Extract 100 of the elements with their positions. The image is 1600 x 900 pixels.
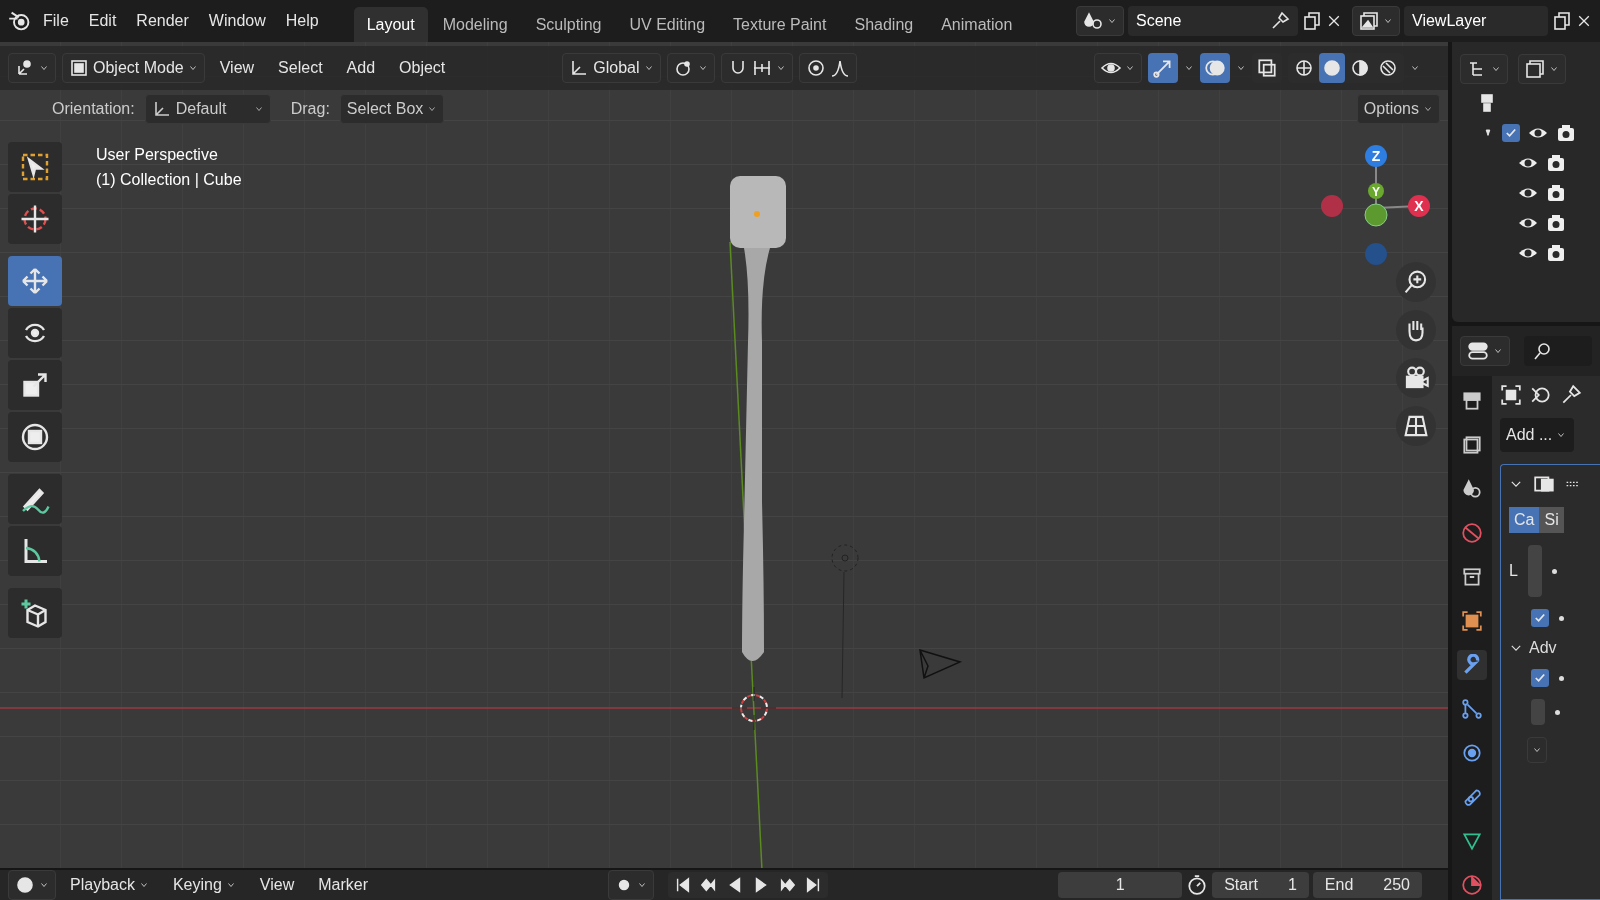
camera-view-button[interactable] [1396,358,1436,398]
pivot-dropdown[interactable] [666,53,715,83]
end-frame-field[interactable]: End 250 [1312,872,1422,898]
workspace-tab[interactable]: Animation [928,7,1026,42]
options-dropdown[interactable]: Options [1356,94,1440,124]
scale-tool-icon [20,370,50,400]
checkbox[interactable] [1531,609,1549,627]
properties-type-dropdown[interactable] [1460,336,1510,366]
move-tool-icon [20,266,50,296]
tool-button[interactable] [8,526,62,576]
workspace-tab[interactable]: Texture Paint [720,7,840,42]
scene-field[interactable]: Scene [1128,6,1298,36]
search-field[interactable] [1524,336,1592,366]
negative-y-handle[interactable] [1364,203,1388,227]
timeline-menu[interactable]: View [249,872,305,898]
caret-icon [1107,16,1117,26]
tool-button[interactable] [8,308,62,358]
camera-icon[interactable] [1546,243,1566,263]
snap-dropdown[interactable] [720,53,793,83]
checkbox[interactable] [1531,669,1549,687]
camera-icon[interactable] [1546,213,1566,233]
editor-type-dropdown[interactable] [8,870,56,900]
current-frame-field[interactable]: 1 [1058,872,1183,898]
tool-button[interactable] [8,194,62,244]
keyframe-dot-icon[interactable] [1559,675,1564,681]
timeline-menu[interactable]: Playback [60,872,159,898]
caret-icon [1532,745,1542,755]
proportional-dropdown[interactable] [798,53,857,83]
output-tab-icon [1461,434,1483,456]
perspective-toggle-button[interactable] [1396,406,1436,446]
object-frame-icon[interactable] [1500,384,1522,406]
x-axis-handle[interactable]: X [1408,195,1430,217]
pin-icon[interactable] [1560,384,1582,406]
zoom-button[interactable] [1396,262,1436,302]
view-layer-field[interactable]: ViewLayer [1404,6,1548,36]
snap-increment-icon [751,58,772,78]
caret-icon [39,880,49,890]
workspace-tab[interactable]: Modeling [429,7,521,42]
orientation-default-dropdown[interactable]: Default [144,94,271,124]
tool-button[interactable] [8,360,62,410]
tool-button[interactable] [8,142,62,192]
properties-tab[interactable] [1457,650,1487,680]
timeline-menu[interactable]: Marker [308,872,378,898]
menu-item[interactable]: Edit [79,8,126,34]
gizmo-toggle[interactable] [1148,53,1178,83]
orientation-dropdown[interactable]: Global [562,53,661,83]
drag-dropdown[interactable]: Select Box [339,94,445,124]
record-button[interactable] [608,870,655,900]
tool-button[interactable] [8,412,62,462]
close-icon[interactable] [1326,13,1342,29]
workspace-tab[interactable]: Shading [841,7,927,42]
menu-item[interactable]: Window [199,8,275,34]
blender-logo-icon[interactable] [8,9,32,33]
workspace-tab[interactable]: UV Editing [616,7,719,42]
keyframe-dot-icon[interactable] [1555,709,1560,715]
workspace-tab[interactable]: Sculpting [522,7,615,42]
camera-icon[interactable] [1546,183,1566,203]
keyframe-dot-icon[interactable] [1551,568,1557,574]
tool-button[interactable] [8,474,62,524]
caret-icon [1556,430,1567,440]
tool-button[interactable] [8,588,62,638]
workspace-tab[interactable]: Layout [353,7,428,42]
check-icon [1533,671,1547,685]
copy-icon[interactable] [1552,11,1572,31]
menu-item[interactable]: Help [276,8,328,34]
negative-x-handle[interactable] [1321,195,1343,217]
mode-tab[interactable]: Si [1539,507,1564,533]
camera-icon[interactable] [1546,153,1566,173]
timeline-menu[interactable]: Keying [162,872,246,898]
pan-button[interactable] [1396,310,1436,350]
copy-icon[interactable] [1302,11,1322,31]
header-menu[interactable]: Select [269,55,332,81]
close-icon[interactable] [1576,13,1592,29]
camera-icon[interactable] [1556,123,1576,143]
section-header[interactable]: Adv [1529,639,1557,657]
menu-item[interactable]: Render [127,8,198,34]
header-menu[interactable]: View [210,55,264,81]
scene-type-dropdown[interactable] [1076,6,1124,36]
editor-type-dropdown[interactable] [8,53,56,83]
pin-icon[interactable] [1270,11,1290,31]
value-field[interactable] [1531,699,1545,725]
keyframe-dot-icon[interactable] [1559,615,1564,621]
visibility-dropdown[interactable] [1094,53,1142,83]
next-keyframe-icon[interactable] [778,876,797,894]
add-modifier-dropdown[interactable]: Add ... [1500,418,1574,452]
negative-z-handle[interactable] [1365,243,1387,265]
z-axis-handle[interactable]: Z [1365,145,1387,167]
start-frame-field[interactable]: Start 1 [1212,872,1309,898]
shading-mode-button[interactable] [1319,53,1345,83]
display-mode-dropdown[interactable] [1518,54,1566,84]
menu-item[interactable]: File [34,8,78,34]
overlay-toggle[interactable] [1200,53,1230,83]
checkbox[interactable] [1502,124,1520,142]
mode-dropdown[interactable]: Object Mode [62,53,205,83]
header-menu[interactable]: Add [337,55,385,81]
outliner-type-dropdown[interactable] [1460,54,1508,84]
mode-tab[interactable]: Ca [1509,507,1540,533]
number-field[interactable] [1527,545,1542,597]
view-layer-dropdown[interactable] [1352,6,1400,36]
header-menu[interactable]: Object [390,55,455,81]
